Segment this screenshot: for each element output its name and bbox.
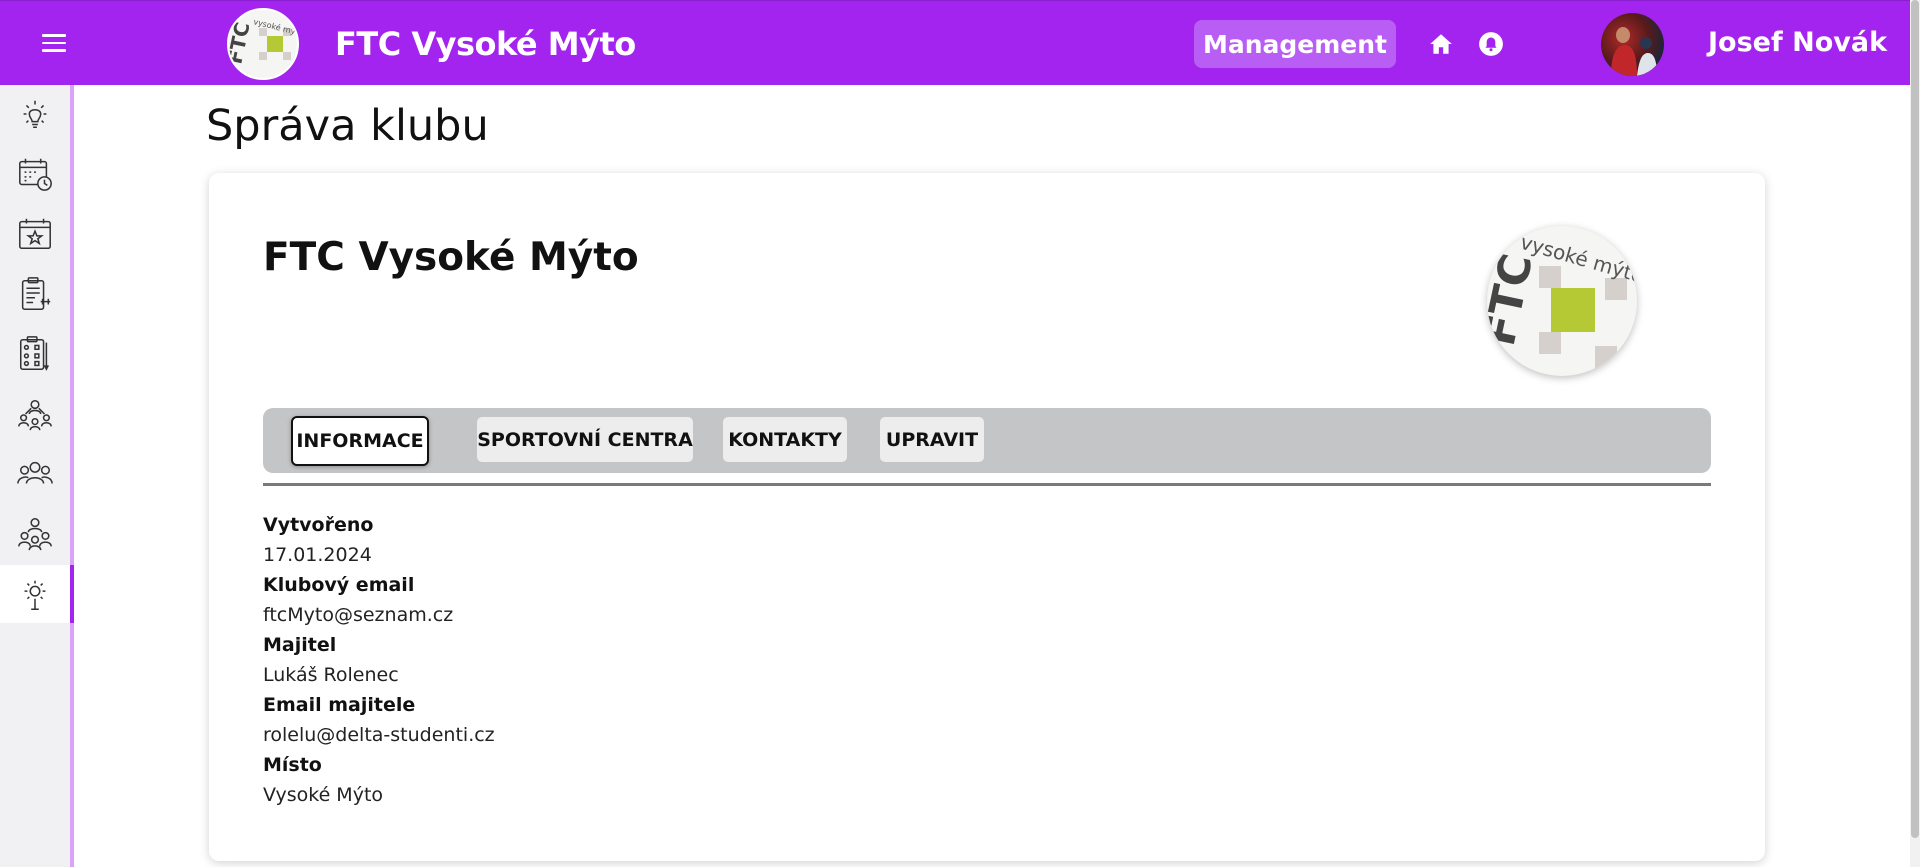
sidebar-item-training[interactable] [0, 265, 70, 323]
calendar-star-icon [19, 218, 51, 250]
menu-icon[interactable] [42, 34, 66, 52]
location-label: Místo [263, 754, 322, 776]
user-name[interactable]: Josef Novák [1708, 27, 1887, 58]
sidebar-item-structure[interactable] [0, 385, 70, 443]
notification-bell-icon[interactable] [1478, 31, 1504, 57]
tactics-board-icon [19, 336, 49, 371]
location-value: Vysoké Mýto [263, 784, 384, 806]
settings-gear-icon [24, 580, 46, 610]
owner-value: Lukáš Rolenec [263, 664, 399, 686]
tab-bar: INFORMACE SPORTOVNÍ CENTRA KONTAKTY UPRA… [263, 408, 1711, 473]
clipboard-training-icon [21, 277, 51, 310]
user-avatar[interactable] [1601, 13, 1664, 76]
owner-label: Majitel [263, 634, 337, 656]
club-logo[interactable]: FTC vysoké mýto [227, 8, 299, 80]
top-app-bar: FTC vysoké mýto FTC Vysoké Mýto Manageme… [0, 0, 1910, 85]
sidebar-item-tactics[interactable] [0, 325, 70, 383]
club-name: FTC Vysoké Mýto [335, 25, 636, 63]
sidebar-item-events[interactable] [0, 205, 70, 263]
management-button[interactable]: Management [1194, 20, 1396, 68]
owner-email-label: Email majitele [263, 694, 416, 716]
scrollbar-thumb[interactable] [1911, 0, 1919, 838]
created-value: 17.01.2024 [263, 544, 372, 566]
tab-informace[interactable]: INFORMACE [291, 416, 429, 466]
sidebar-item-ideas[interactable] [0, 85, 70, 143]
tab-divider [263, 483, 1711, 486]
lightbulb-icon [23, 100, 47, 129]
page-title: Správa klubu [206, 101, 489, 151]
tab-sportovni-centra[interactable]: SPORTOVNÍ CENTRA [477, 417, 693, 462]
club-logo-large: FTC vysoké mýto [1487, 226, 1637, 376]
club-info: Vytvořeno 17.01.2024 Klubový email ftcMy… [263, 510, 495, 810]
organization-icon [18, 518, 52, 551]
group-icon [17, 461, 53, 484]
svg-text:FTC: FTC [1487, 249, 1543, 350]
calendar-clock-icon [19, 158, 52, 191]
sidebar-item-teams[interactable] [0, 445, 70, 503]
club-title: FTC Vysoké Mýto [263, 235, 639, 280]
created-label: Vytvořeno [263, 514, 374, 536]
owner-email-value: rolelu@delta-studenti.cz [263, 724, 495, 746]
tab-kontakty[interactable]: KONTAKTY [723, 417, 847, 462]
tab-upravit[interactable]: UPRAVIT [880, 417, 984, 462]
club-email-label: Klubový email [263, 574, 415, 596]
team-network-icon [18, 399, 52, 431]
home-icon[interactable] [1428, 31, 1454, 57]
svg-text:FTC: FTC [229, 20, 255, 66]
sidebar [0, 85, 74, 867]
club-email-value: ftcMyto@seznam.cz [263, 604, 454, 626]
sidebar-item-calendar[interactable] [0, 145, 70, 203]
sidebar-item-members[interactable] [0, 505, 70, 563]
club-card: FTC Vysoké Mýto FTC vysoké mýto INFORMAC… [209, 173, 1765, 861]
sidebar-item-club-settings[interactable] [0, 565, 74, 623]
